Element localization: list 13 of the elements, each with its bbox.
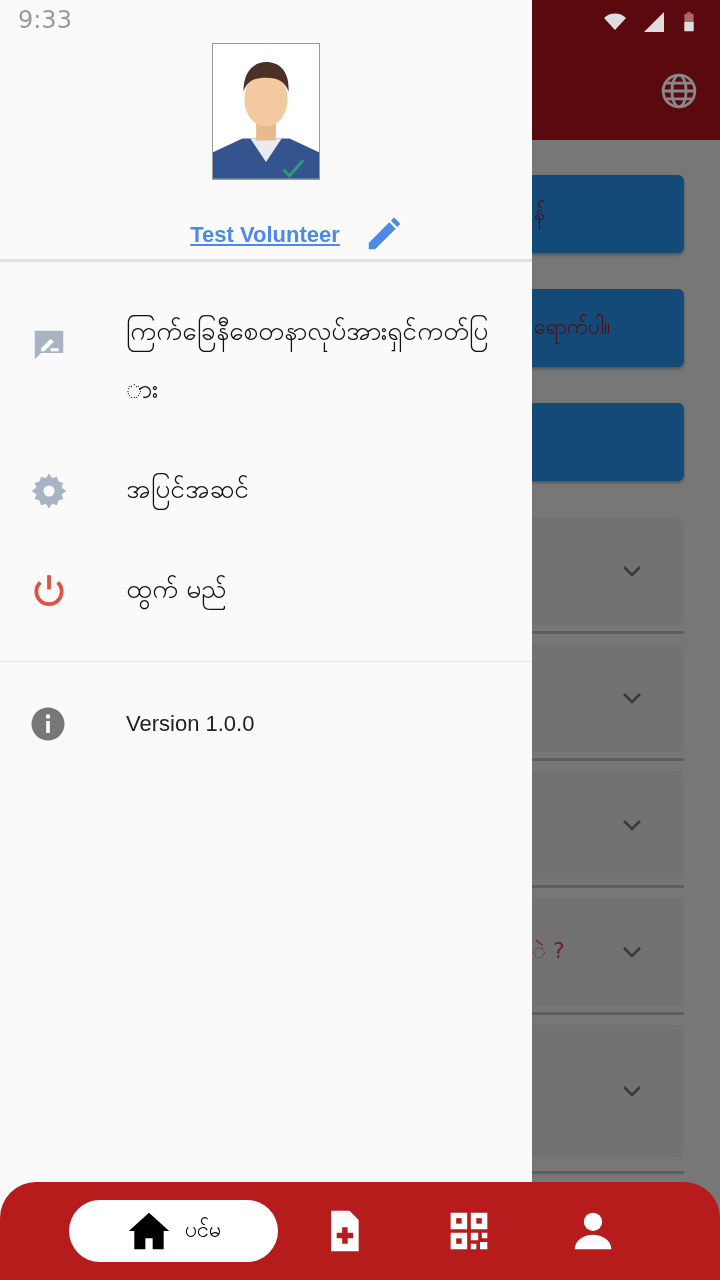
card-label: န် [534,197,545,231]
signal-icon [642,10,666,34]
menu-item[interactable]: ထွက် မည် [126,560,492,618]
settings-icon [30,472,68,510]
card-question: ဲ ? [532,936,565,965]
globe-icon[interactable] [660,72,698,110]
status-time: 9:33 [18,6,72,34]
menu-item[interactable]: အပြင်အဆင် [126,460,492,518]
card-label: ရောက်ပါ။ [534,311,610,345]
version-text: Version 1.0.0 [126,711,255,737]
info-icon [30,706,66,742]
menu-item[interactable]: ကြက်ခြေနီစေတနာလုပ်အားရှင်ကတ်ပြား [126,302,492,418]
nav-tab[interactable]: ပင်မ [69,1200,278,1262]
